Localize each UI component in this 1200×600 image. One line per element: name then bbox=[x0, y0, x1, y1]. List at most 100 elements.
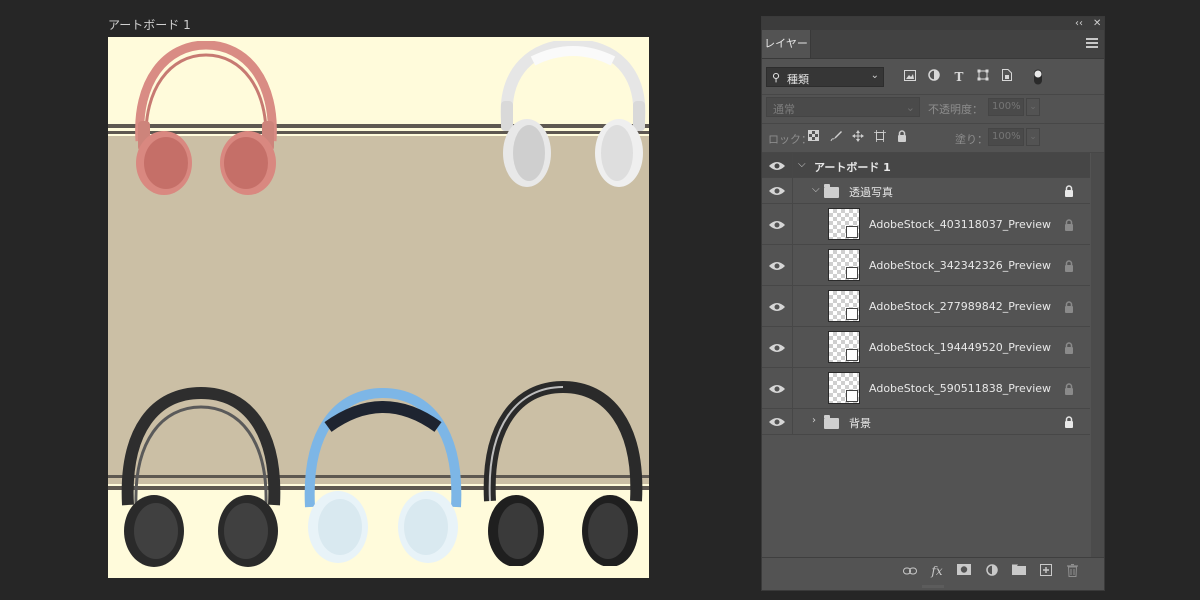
new-group-icon[interactable] bbox=[1011, 564, 1027, 578]
blend-opacity-row: 通常 ⌄ 不透明度： 100% ⌄ bbox=[762, 95, 1104, 124]
lock-icon bbox=[1065, 383, 1073, 395]
artboard-title: アートボード 1 bbox=[108, 18, 191, 32]
layer-row-group-transparent-photos[interactable]: ⌵ 透過写真 bbox=[762, 178, 1090, 204]
layer-thumbnail bbox=[828, 208, 860, 240]
layer-list: ⌵ アートボード 1 ⌵ 透過写真 AdobeStock_403118037_P… bbox=[762, 153, 1090, 435]
layer-list-scrollbar[interactable] bbox=[1091, 153, 1104, 557]
folder-icon bbox=[824, 184, 839, 198]
lock-icon bbox=[1065, 416, 1073, 428]
artboard-canvas[interactable] bbox=[108, 37, 649, 578]
divider bbox=[792, 178, 793, 203]
layer-row-smart-object[interactable]: AdobeStock_403118037_Preview bbox=[762, 204, 1090, 245]
opacity-label: 不透明度： bbox=[928, 103, 983, 116]
link-layers-icon[interactable] bbox=[902, 564, 918, 578]
layer-thumbnail bbox=[828, 331, 860, 363]
panel-title-bar: ‹‹ ✕ bbox=[762, 17, 1104, 30]
fill-dropdown-icon[interactable]: ⌄ bbox=[1026, 128, 1040, 146]
layer-name: アートボード 1 bbox=[814, 161, 891, 174]
layer-thumbnail bbox=[828, 372, 860, 404]
folder-icon bbox=[824, 415, 839, 429]
smart-object-badge-icon bbox=[846, 267, 858, 279]
image-filter-icon[interactable] bbox=[902, 69, 918, 85]
divider bbox=[792, 409, 793, 434]
smart-object-badge-icon bbox=[846, 390, 858, 402]
lock-icon bbox=[1065, 301, 1073, 313]
blue-headphones-image bbox=[304, 387, 462, 563]
visibility-eye-icon[interactable] bbox=[768, 219, 786, 231]
layer-name: 透過写真 bbox=[849, 186, 893, 199]
layer-row-smart-object[interactable]: AdobeStock_277989842_Preview bbox=[762, 286, 1090, 327]
layer-row-smart-object[interactable]: AdobeStock_590511838_Preview bbox=[762, 368, 1090, 409]
lock-label: ロック： bbox=[768, 133, 812, 146]
opacity-dropdown-icon[interactable]: ⌄ bbox=[1026, 98, 1040, 116]
chevron-right-icon[interactable]: › bbox=[812, 415, 816, 426]
visibility-eye-icon[interactable] bbox=[768, 342, 786, 354]
layer-row-smart-object[interactable]: AdobeStock_342342326_Preview bbox=[762, 245, 1090, 286]
layers-panel: ‹‹ ✕ レイヤー ⚲ 種類 ⌄ T 通常 ⌄ 不透明度： 100% ⌄ ロック… bbox=[761, 16, 1105, 591]
lock-all-icon[interactable] bbox=[897, 130, 907, 145]
chevron-down-icon: ⌄ bbox=[905, 101, 915, 114]
opacity-input[interactable]: 100% bbox=[988, 98, 1024, 116]
lock-icon bbox=[1065, 185, 1073, 197]
lock-image-pixels-icon[interactable] bbox=[830, 130, 842, 145]
smart-object-badge-icon bbox=[846, 349, 858, 361]
fx-icon[interactable]: fx bbox=[929, 564, 945, 578]
layer-name: AdobeStock_277989842_Preview bbox=[869, 300, 1052, 313]
layer-name: AdobeStock_342342326_Preview bbox=[869, 259, 1052, 272]
black-headphones-left-image bbox=[121, 386, 281, 567]
panel-menu-icon[interactable] bbox=[1086, 38, 1098, 48]
panel-resize-grip[interactable] bbox=[922, 585, 944, 588]
fill-label: 塗り： bbox=[955, 133, 988, 146]
filter-kind-value: 種類 bbox=[787, 73, 809, 86]
divider bbox=[792, 327, 793, 367]
divider bbox=[792, 153, 793, 177]
visibility-eye-icon[interactable] bbox=[768, 301, 786, 313]
layer-row-group-background[interactable]: › 背景 bbox=[762, 409, 1090, 435]
layer-name: 背景 bbox=[849, 417, 871, 430]
layer-row-smart-object[interactable]: AdobeStock_194449520_Preview bbox=[762, 327, 1090, 368]
divider bbox=[792, 368, 793, 408]
mask-icon[interactable] bbox=[956, 564, 972, 578]
smart-object-badge-icon bbox=[846, 226, 858, 238]
lock-artboard-icon[interactable] bbox=[874, 130, 886, 145]
tab-layers[interactable]: レイヤー bbox=[762, 30, 811, 58]
divider bbox=[792, 286, 793, 326]
search-icon: ⚲ bbox=[772, 71, 781, 84]
lock-transparent-pixels-icon[interactable] bbox=[808, 130, 819, 144]
fill-input[interactable]: 100% bbox=[988, 128, 1024, 146]
lock-position-icon[interactable] bbox=[852, 130, 864, 145]
pink-headphones-image bbox=[135, 41, 277, 195]
new-layer-icon[interactable] bbox=[1038, 564, 1054, 578]
layer-row-artboard[interactable]: ⌵ アートボード 1 bbox=[762, 153, 1090, 178]
delete-icon[interactable] bbox=[1064, 563, 1080, 578]
visibility-eye-icon[interactable] bbox=[768, 185, 786, 197]
visibility-eye-icon[interactable] bbox=[768, 260, 786, 272]
black-headphones-right-image bbox=[483, 381, 643, 566]
visibility-eye-icon[interactable] bbox=[768, 416, 786, 428]
divider bbox=[792, 204, 793, 244]
layer-name: AdobeStock_194449520_Preview bbox=[869, 341, 1052, 354]
adjustment-layer-icon[interactable] bbox=[984, 564, 1000, 578]
collapse-panel-icon[interactable]: ‹‹ bbox=[1075, 17, 1083, 30]
lock-icon bbox=[1065, 342, 1073, 354]
visibility-eye-icon[interactable] bbox=[768, 383, 786, 395]
layer-name: AdobeStock_590511838_Preview bbox=[869, 382, 1052, 395]
close-panel-icon[interactable]: ✕ bbox=[1093, 17, 1101, 30]
shape-filter-icon[interactable] bbox=[975, 69, 991, 85]
lock-icon bbox=[1065, 260, 1073, 272]
visibility-eye-icon[interactable] bbox=[768, 160, 786, 172]
white-headphones-image bbox=[500, 41, 646, 187]
lock-icon bbox=[1065, 219, 1073, 231]
chevron-down-icon[interactable]: ⌵ bbox=[812, 184, 820, 195]
divider bbox=[792, 245, 793, 285]
chevron-down-icon[interactable]: ⌵ bbox=[798, 159, 806, 170]
adjustment-filter-icon[interactable] bbox=[926, 69, 942, 85]
layer-name: AdobeStock_403118037_Preview bbox=[869, 218, 1052, 231]
smartobject-filter-icon[interactable] bbox=[999, 69, 1015, 85]
type-filter-icon[interactable]: T bbox=[951, 69, 967, 85]
filter-row: ⚲ 種類 ⌄ T bbox=[762, 62, 1104, 95]
chevron-down-icon: ⌄ bbox=[870, 70, 879, 81]
layer-filter-select[interactable]: ⚲ 種類 ⌄ bbox=[766, 67, 884, 87]
blend-mode-select[interactable]: 通常 ⌄ bbox=[766, 97, 920, 117]
filter-toggle-icon[interactable] bbox=[1030, 69, 1046, 85]
